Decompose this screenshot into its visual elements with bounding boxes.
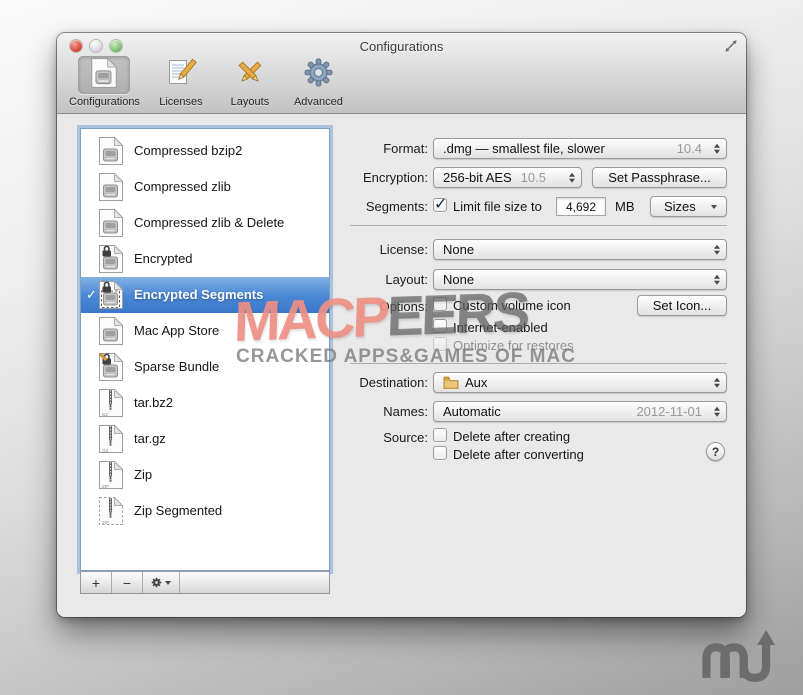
options-label: Options: — [379, 299, 428, 314]
format-version: 10.4 — [676, 141, 702, 156]
popup-stepper-icon — [714, 244, 720, 255]
segment-unit-label: MB — [615, 199, 635, 214]
format-value: .dmg — smallest file, slower — [443, 141, 605, 156]
sizes-menu-button[interactable]: Sizes — [650, 196, 727, 217]
window-header: Configurations Configurations Licenses L… — [57, 33, 746, 114]
popup-stepper-icon — [714, 406, 720, 417]
encryption-version: 10.5 — [520, 170, 546, 185]
minimize-button[interactable] — [90, 40, 102, 52]
names-label: Names: — [383, 404, 428, 419]
names-popup[interactable]: Automatic 2012-11-01 — [433, 401, 727, 422]
encryption-popup[interactable]: 256-bit AES 10.5 — [433, 167, 582, 188]
zoom-button[interactable] — [110, 40, 122, 52]
traffic-lights — [70, 40, 122, 52]
help-button[interactable]: ? — [706, 442, 725, 461]
desktop-background: { "colors": { "selection_blue": "#3a78cc… — [0, 0, 803, 695]
configurations-doc-icon — [90, 57, 118, 94]
source-label-delete-after-converting: Delete after converting — [453, 447, 584, 462]
set-passphrase-button[interactable]: Set Passphrase... — [592, 167, 727, 188]
titlebar[interactable]: Configurations — [57, 33, 746, 55]
options-label-internet-enabled: Internet-enabled — [453, 320, 548, 335]
close-button[interactable] — [70, 40, 82, 52]
layout-label: Layout: — [385, 272, 428, 287]
source-label: Source: — [383, 430, 428, 445]
destination-value: Aux — [465, 375, 488, 390]
chevron-down-icon — [711, 205, 717, 209]
options-label-custom-volume-icon: Custom volume icon — [453, 298, 571, 313]
layout-value: None — [443, 272, 475, 287]
source-label-delete-after-creating: Delete after creating — [453, 429, 571, 444]
license-value: None — [443, 242, 475, 257]
popup-stepper-icon — [714, 143, 720, 154]
source-checkbox-delete-after-creating[interactable] — [433, 428, 447, 442]
options-checkbox-optimize-for-restores — [433, 337, 447, 351]
options-checkbox-internet-enabled[interactable] — [433, 319, 447, 333]
toolbar: Configurations Licenses Layouts Advanced — [69, 56, 346, 108]
fullscreen-icon[interactable] — [723, 38, 739, 54]
layouts-crossed-pencils-icon — [234, 57, 266, 94]
toolbar-item-advanced[interactable]: Advanced — [291, 56, 346, 108]
licenses-paper-pencil-icon — [165, 57, 197, 94]
segment-size-input[interactable] — [556, 197, 606, 216]
advanced-gear-icon — [303, 57, 334, 93]
macupdate-logo-icon — [699, 626, 781, 687]
popup-stepper-icon — [714, 274, 720, 285]
toolbar-item-configurations[interactable]: Configurations — [69, 56, 140, 108]
separator — [350, 363, 727, 364]
layout-popup[interactable]: None — [433, 269, 727, 290]
source-checkbox-delete-after-converting[interactable] — [433, 446, 447, 460]
format-label: Format: — [383, 141, 428, 156]
segments-label: Segments: — [365, 199, 428, 214]
encryption-label: Encryption: — [362, 170, 428, 185]
format-popup[interactable]: .dmg — smallest file, slower 10.4 — [433, 138, 727, 159]
destination-label: Destination: — [359, 375, 428, 390]
popup-stepper-icon — [714, 377, 720, 388]
folder-icon — [443, 376, 459, 389]
encryption-value: 256-bit AES — [443, 170, 512, 185]
separator — [350, 225, 727, 226]
license-popup[interactable]: None — [433, 239, 727, 260]
limit-file-size-checkbox[interactable] — [433, 194, 447, 214]
options-checkbox-custom-volume-icon[interactable] — [433, 297, 447, 311]
limit-file-size-label: Limit file size to — [453, 199, 542, 214]
window-content: Compressed bzip2 Compressed zlib Compres… — [57, 115, 746, 617]
names-value: Automatic — [443, 404, 501, 419]
configurations-window: Configurations Configurations Licenses L… — [57, 33, 746, 617]
license-label: License: — [379, 242, 428, 257]
toolbar-item-layouts[interactable]: Layouts — [222, 56, 278, 108]
toolbar-item-licenses[interactable]: Licenses — [153, 56, 209, 108]
destination-popup[interactable]: Aux — [433, 372, 727, 393]
names-date: 2012-11-01 — [636, 404, 702, 419]
set-icon-button[interactable]: Set Icon... — [637, 295, 727, 316]
settings-form: Format: .dmg — smallest file, slower 10.… — [57, 115, 746, 617]
window-title: Configurations — [359, 39, 444, 54]
popup-stepper-icon — [569, 172, 575, 183]
options-label-optimize-for-restores: Optimize for restores — [453, 338, 574, 353]
